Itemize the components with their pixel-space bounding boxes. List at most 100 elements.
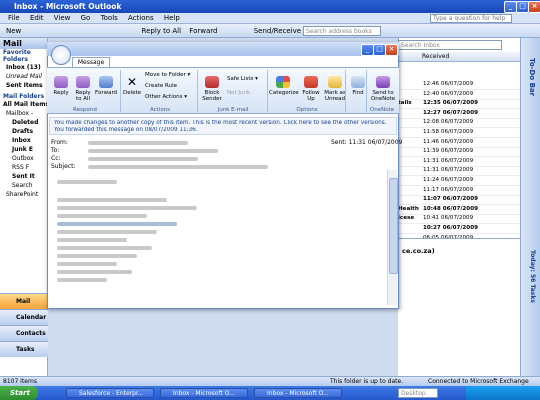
list-item[interactable]: 11:39 06/07/2009 <box>398 147 520 158</box>
delete-ribbon-button[interactable]: ✕ Delete <box>121 76 143 96</box>
list-item[interactable]: icese 10:41 06/07/2009 <box>398 214 520 225</box>
forward-ribbon-button[interactable]: Forward <box>95 76 117 96</box>
subject-label: Subject: <box>51 163 76 170</box>
exchange-status: Connected to Microsoft Exchange <box>428 378 529 385</box>
desktop-search-input[interactable]: Desktop <box>398 388 438 398</box>
menu-help[interactable]: Help <box>164 14 180 22</box>
scrollbar-thumb[interactable] <box>389 178 398 274</box>
new-button[interactable]: New <box>6 27 21 35</box>
taskbar-item[interactable]: Inbox - Microsoft O... <box>254 388 342 398</box>
list-item-received: 12:35 06/07/2009 <box>423 100 478 107</box>
folder-sent[interactable]: Sent It <box>0 172 47 181</box>
address-book-search[interactable]: Search address books <box>303 26 381 36</box>
inbox-search-input[interactable]: Search Inbox <box>398 40 502 50</box>
safe-lists-button[interactable]: Safe Lists ▾ <box>227 76 265 82</box>
send-to-onenote-button[interactable]: Send to OneNote <box>368 76 398 102</box>
move-to-folder-button[interactable]: Move to Folder ▾ <box>145 72 197 78</box>
group-junk: Junk E-mail <box>217 107 249 113</box>
find-button[interactable]: Find <box>349 76 367 96</box>
list-item[interactable]: 12:08 06/07/2009 <box>398 118 520 129</box>
list-item[interactable]: 12:27 06/07/2009 <box>398 109 520 119</box>
from-label: From: <box>51 139 68 146</box>
list-item[interactable]: 11:07 06/07/2009 <box>398 195 520 206</box>
mail-folders-header[interactable]: Mail Folders <box>0 93 47 100</box>
list-item[interactable]: Health 10:48 06/07/2009 <box>398 205 520 215</box>
folder-search[interactable]: Search <box>0 181 47 190</box>
taskbar-item[interactable]: Inbox - Microsoft O... <box>160 388 248 398</box>
nav-calendar-button[interactable]: Calendar <box>0 309 48 325</box>
folder-rss[interactable]: RSS F <box>0 163 47 172</box>
list-item[interactable]: 11:31 06/07/2009 <box>398 166 520 177</box>
list-item-received: 12:08 06/07/2009 <box>423 119 474 126</box>
main-toolbar: New Reply to All Forward Send/Receive <box>0 24 540 38</box>
folder-inbox[interactable]: Inbox <box>0 136 47 145</box>
list-item-received: 11:07 06/07/2009 <box>423 196 478 203</box>
close-button[interactable]: × <box>528 1 540 13</box>
start-button[interactable]: Start <box>0 386 38 400</box>
list-item[interactable]: 11:17 06/07/2009 <box>398 186 520 196</box>
send-receive-button[interactable]: Send/Receive <box>254 27 301 35</box>
redacted-text <box>57 238 127 242</box>
fav-sent-items[interactable]: Sent Items <box>0 81 47 90</box>
nav-contacts-button[interactable]: Contacts <box>0 325 48 341</box>
reply-label: Reply <box>53 90 69 96</box>
fav-unread-mail[interactable]: Unread Mail <box>0 72 47 81</box>
received-column-header[interactable]: Received <box>422 53 449 60</box>
reply-all-ribbon-button[interactable]: Reply to All <box>72 76 94 102</box>
nav-mail-label: Mail <box>16 298 31 305</box>
reply-ribbon-button[interactable]: Reply <box>50 76 72 96</box>
message-body[interactable] <box>49 170 387 305</box>
forward-button[interactable]: Forward <box>189 27 217 35</box>
nav-mail-button[interactable]: Mail <box>0 293 48 309</box>
favorite-folders-header[interactable]: Favorite Folders <box>0 49 47 63</box>
other-actions-button[interactable]: Other Actions ▾ <box>145 94 197 100</box>
taskbar-item[interactable]: Salesforce - Enterpr... <box>66 388 154 398</box>
list-item[interactable]: 11:46 06/07/2009 <box>398 138 520 148</box>
sharepoint-folder[interactable]: SharePoint <box>0 190 47 199</box>
list-header: Received <box>398 52 520 62</box>
list-item[interactable]: 12:40 06/07/2009 <box>398 90 520 100</box>
folder-deleted[interactable]: Deleted <box>0 118 47 127</box>
list-item[interactable]: 11:31 06/07/2009 <box>398 157 520 167</box>
list-item[interactable]: 12:46 06/07/2009 <box>398 80 520 90</box>
reply-all-icon <box>76 76 90 88</box>
group-respond: Respond <box>73 107 97 113</box>
redacted-text <box>57 270 132 274</box>
todo-bar[interactable]: To-Do Bar Today: 56 Tasks <box>520 38 540 376</box>
list-item[interactable]: tails 12:35 06/07/2009 <box>398 99 520 110</box>
folder-drafts[interactable]: Drafts <box>0 127 47 136</box>
menu-actions[interactable]: Actions <box>128 14 154 22</box>
all-mail-items[interactable]: All Mail Items <box>0 100 47 109</box>
create-rule-button[interactable]: Create Rule <box>145 83 197 89</box>
info-changes[interactable]: You made changes to another copy of this… <box>54 120 392 127</box>
nav-tasks-button[interactable]: Tasks <box>0 341 48 357</box>
list-item-subject-fragment: icese <box>398 215 415 222</box>
folder-outbox[interactable]: Outbox <box>0 154 47 163</box>
menu-file[interactable]: File <box>8 14 20 22</box>
menu-go[interactable]: Go <box>81 14 91 22</box>
menu-edit[interactable]: Edit <box>30 14 44 22</box>
mailbox-folder[interactable]: Mailbox - <box>0 109 47 118</box>
reply-all-button[interactable]: Reply to All <box>142 27 182 35</box>
office-button-icon[interactable] <box>51 45 71 65</box>
info-bar[interactable]: You made changes to another copy of this… <box>49 117 397 135</box>
categorize-button[interactable]: Categorize <box>269 76 299 96</box>
block-sender-button[interactable]: Block Sender <box>200 76 224 102</box>
fav-inbox[interactable]: Inbox (13) <box>0 63 47 72</box>
list-item[interactable]: 11:24 06/07/2009 <box>398 176 520 186</box>
list-item[interactable]: 11:58 06/07/2009 <box>398 128 520 138</box>
message-scrollbar[interactable] <box>387 170 398 305</box>
list-item-subject-fragment: Health <box>398 205 419 212</box>
tab-message[interactable]: Message <box>72 57 110 67</box>
menu-view[interactable]: View <box>54 14 71 22</box>
folder-junk[interactable]: Junk E <box>0 145 47 154</box>
list-item[interactable]: 10:27 06/07/2009 <box>398 224 520 234</box>
todo-today-tasks[interactable]: Today: 56 Tasks <box>529 250 536 303</box>
safe-lists-label: Safe Lists <box>227 76 254 82</box>
follow-up-button[interactable]: Follow Up <box>299 76 323 102</box>
mark-unread-button[interactable]: Mark as Unread <box>323 76 347 102</box>
not-junk-button[interactable]: Not Junk <box>227 90 265 96</box>
help-search-input[interactable]: Type a question for help <box>430 14 512 23</box>
msg-close-button[interactable]: × <box>385 44 398 56</box>
menu-tools[interactable]: Tools <box>101 14 118 22</box>
